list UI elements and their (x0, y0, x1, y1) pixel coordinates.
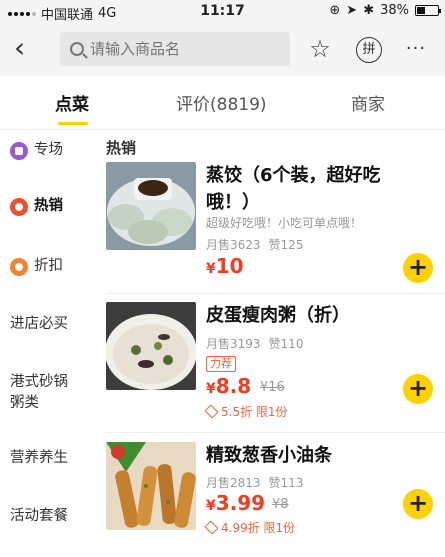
currency-symbol: ¥ (206, 498, 216, 514)
item-sales: 月售2813 赞113 (206, 474, 303, 491)
congee-image (106, 302, 196, 390)
discount-icon (10, 257, 28, 276)
likes-count: 赞125 (268, 238, 304, 252)
bluetooth-icon: ✱ (363, 3, 375, 18)
item-price: ¥8.8 (206, 374, 251, 398)
sidebar-item-label: 热销 (34, 198, 63, 214)
dumpling-image (106, 162, 196, 250)
recommend-badge: 力荐 (206, 356, 236, 372)
menu-item[interactable]: 皮蛋瘦肉粥（折） 月售3193 赞110 力荐 ¥8.8 ¥16 5.5折 限1份… (106, 302, 445, 427)
sidebar-item-health[interactable]: 营养养生 (10, 448, 94, 469)
likes-count: 赞113 (268, 476, 304, 490)
battery-percent: 38% (380, 3, 409, 18)
likes-count: 赞110 (268, 337, 304, 351)
monthly-sales: 月售3193 (206, 337, 261, 351)
lock-rotation-icon: ⊕ (329, 3, 341, 18)
add-to-cart-button[interactable]: + (403, 253, 433, 283)
tab-bar: 点菜 评价(8819) 商家 (0, 76, 445, 130)
sidebar-item-must-buy[interactable]: 进店必买 (10, 314, 94, 335)
item-price: ¥3.99 (206, 491, 265, 515)
item-sales: 月售3623 赞125 (206, 236, 303, 253)
discount-tag-icon (204, 404, 219, 419)
item-sales: 月售3193 赞110 (206, 335, 303, 352)
back-chevron-icon[interactable]: ‹ (14, 34, 44, 64)
discount-info: 4.99折 限1份 (204, 519, 296, 536)
status-bar: 中国联通 4G 11:17 ⊕ ➤ ✱ 38% (0, 0, 445, 24)
more-options-button[interactable]: ··· (402, 36, 430, 64)
add-to-cart-button[interactable]: + (403, 489, 433, 519)
section-title: 热销 (106, 139, 137, 157)
sidebar-item-label: 折扣 (34, 258, 63, 274)
active-tab-indicator (58, 122, 88, 125)
sidebar-item-hot[interactable]: 热销 (10, 196, 94, 217)
item-name: 精致葱香小油条 (206, 445, 332, 466)
price-value: 8.8 (215, 374, 252, 398)
discount-tag-icon (204, 520, 219, 535)
tab-order[interactable]: 点菜 (55, 90, 89, 115)
location-icon: ➤ (346, 3, 358, 18)
sidebar-item-label: 营养养生 (10, 450, 68, 466)
sidebar-item-special[interactable]: 专场 (10, 140, 94, 161)
sidebar-item-label: 活动套餐 (10, 508, 68, 524)
menu-item[interactable]: 蒸饺（6个装，超好吃哦！） 超级好吃哦！小吃可单点哦！ 月售3623 赞125 ¥… (106, 162, 445, 287)
battery-icon (415, 5, 441, 16)
discount-text: 5.5折 限1份 (221, 405, 288, 419)
menu-item[interactable]: 精致葱香小油条 月售2813 赞113 ¥3.99 ¥8 4.99折 限1份 + (106, 442, 445, 557)
currency-symbol: ¥ (206, 381, 216, 397)
sidebar-item-congee[interactable]: 港式砂锅粥类 (10, 372, 80, 414)
item-price: ¥10 (206, 254, 244, 278)
header-bar: ‹ ☆ 拼 ··· (0, 24, 445, 76)
monthly-sales: 月售3623 (206, 238, 261, 252)
currency-symbol: ¥ (206, 261, 216, 277)
search-box[interactable] (60, 32, 290, 66)
price-value: 10 (215, 254, 244, 278)
group-buy-button[interactable]: 拼 (356, 37, 382, 63)
sidebar-item-discount[interactable]: 折扣 (10, 256, 94, 277)
status-right: ⊕ ➤ ✱ 38% (329, 3, 441, 18)
category-sidebar: 专场 热销 折扣 进店必买 港式砂锅粥类 营养养生 活动套餐 (0, 130, 96, 557)
special-icon (10, 141, 28, 160)
sidebar-item-label: 进店必买 (10, 316, 68, 332)
sidebar-item-combo[interactable]: 活动套餐 (10, 506, 94, 527)
flame-icon (10, 197, 28, 216)
sidebar-item-label: 港式砂锅粥类 (10, 374, 68, 411)
price-value: 3.99 (215, 491, 266, 515)
item-divider (106, 432, 445, 433)
item-name: 蒸饺（6个装，超好吃哦！） (206, 165, 381, 213)
original-price: ¥16 (260, 380, 285, 395)
search-icon (70, 42, 84, 56)
fried-dough-image (106, 442, 196, 530)
search-input[interactable] (90, 40, 280, 58)
add-to-cart-button[interactable]: + (403, 374, 433, 404)
sidebar-item-label: 专场 (34, 142, 63, 158)
discount-info: 5.5折 限1份 (204, 403, 288, 420)
discount-text: 4.99折 限1份 (221, 521, 296, 535)
tab-merchant[interactable]: 商家 (351, 90, 385, 115)
favorite-star-icon[interactable]: ☆ (306, 36, 334, 64)
original-price: ¥8 (272, 497, 289, 512)
item-divider (106, 293, 445, 294)
item-name: 皮蛋瘦肉粥（折） (206, 305, 350, 326)
item-description: 超级好吃哦！小吃可单点哦！ (206, 216, 363, 230)
tab-reviews[interactable]: 评价(8819) (176, 90, 267, 115)
monthly-sales: 月售2813 (206, 476, 261, 490)
